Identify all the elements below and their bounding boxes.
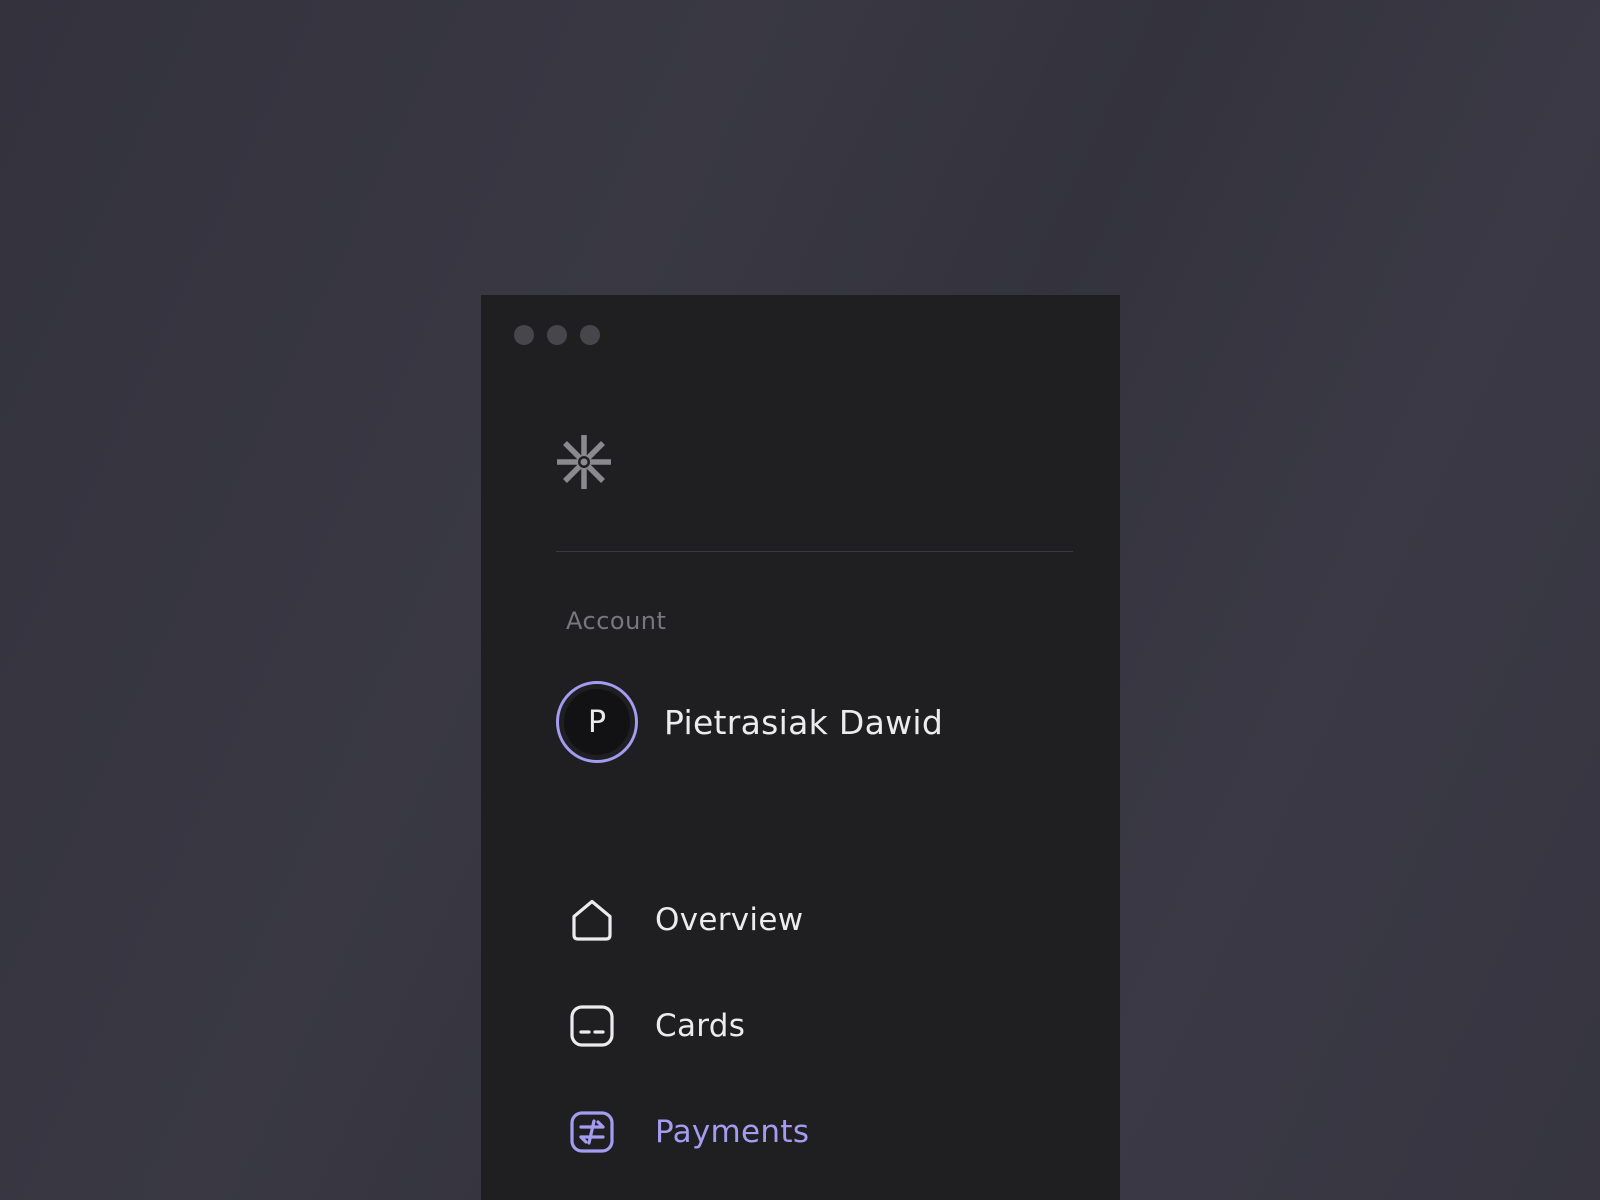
divider [556,551,1073,552]
transfer-icon [567,1107,617,1157]
avatar[interactable]: P [556,681,638,763]
window-dot-close[interactable] [514,325,534,345]
window-controls [514,325,600,345]
avatar-initial: P [564,689,630,755]
card-icon [567,1001,617,1051]
sidebar-item-payments[interactable]: Payments [567,1107,809,1157]
sidebar-item-cards[interactable]: Cards [567,1001,809,1051]
account-switcher[interactable]: P Pietrasiak Dawid [556,681,943,763]
window-dot-minimize[interactable] [547,325,567,345]
window-dot-maximize[interactable] [580,325,600,345]
account-name: Pietrasiak Dawid [664,702,944,742]
account-section-label: Account [566,607,667,635]
sidebar-window: Account P Pietrasiak Dawid Overview Card… [481,295,1120,1200]
sidebar-item-overview[interactable]: Overview [567,895,809,945]
sidebar-item-label: Payments [655,1114,810,1150]
asterisk-logo-icon[interactable] [555,433,613,491]
sidebar-item-label: Overview [655,902,804,938]
home-icon [567,895,617,945]
sidebar-item-label: Cards [655,1008,746,1044]
sidebar-nav: Overview Cards Payments [567,895,809,1200]
